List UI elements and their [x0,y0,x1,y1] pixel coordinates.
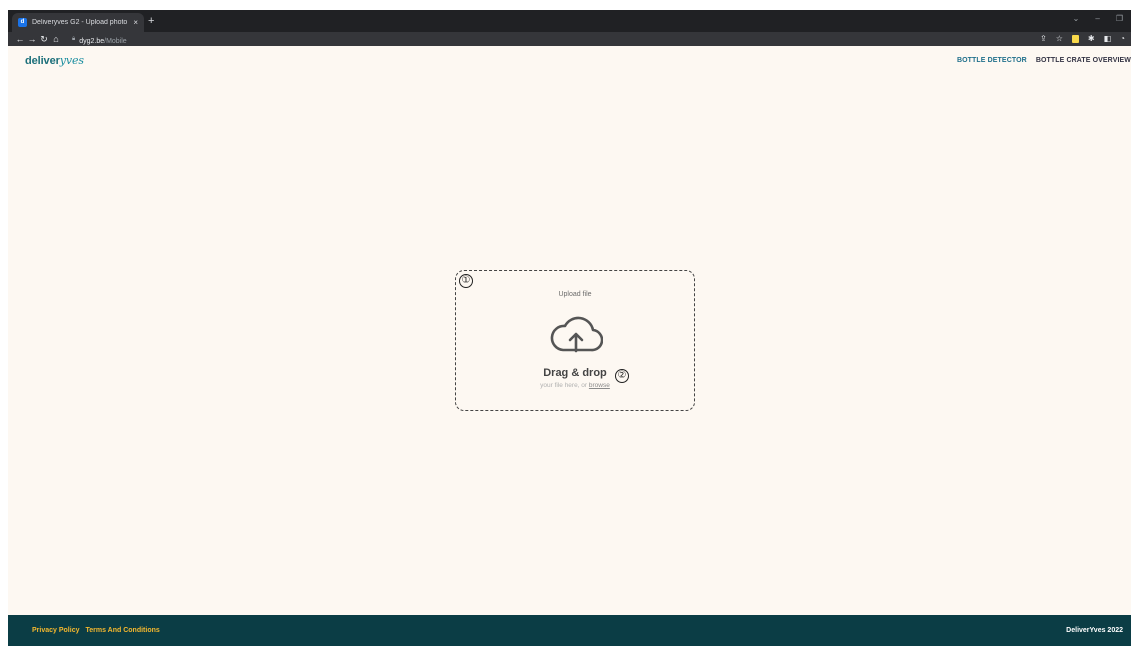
nav-bottle-detector[interactable]: BOTTLE DETECTOR [957,57,1027,64]
logo[interactable]: deliveryves [25,54,84,67]
favicon-icon: d [18,18,27,27]
upload-dropzone[interactable]: ① Upload file Drag & drop your file here… [455,270,695,411]
chevron-down-icon[interactable]: ⌄ [1073,14,1080,23]
cloud-upload-icon [550,316,603,353]
share-icon[interactable]: ⇪ [1040,33,1047,45]
lock-icon: 🔒︎ [72,35,76,42]
terms-link[interactable]: Terms And Conditions [85,627,159,634]
site-footer: Privacy Policy Terms And Conditions Deli… [8,615,1131,646]
tab-strip: d Deliveryves G2 - Upload photo × + ⌄ – … [8,10,1131,32]
marker-1: ① [459,274,473,288]
tab-title: Deliveryves G2 - Upload photo [32,19,128,26]
site-header: deliveryves BOTTLE DETECTOR BOTTLE CRATE… [8,46,1131,86]
marker-2: ② [615,369,629,383]
browse-link[interactable]: browse [589,382,610,389]
notes-extension-icon[interactable] [1071,35,1079,43]
sidepanel-icon[interactable]: ◧ [1104,33,1112,45]
home-icon[interactable]: ⌂ [50,32,62,46]
new-tab-button[interactable]: + [148,13,154,29]
address-bar[interactable]: 🔒︎ dyg2.be/Mobile [72,34,127,46]
browser-toolbar: ← → ↻ ⌂ 🔒︎ dyg2.be/Mobile ⇪ ☆ ✱ ◧ ◔ [8,32,1131,46]
browser-window: d Deliveryves G2 - Upload photo × + ⌄ – … [8,10,1131,646]
tab-close-icon[interactable]: × [133,18,138,27]
upload-title: Upload file [558,291,592,298]
window-controls: ⌄ – ❐ [1073,14,1123,23]
copyright-text: DeliverYves 2022 [1066,627,1123,634]
restore-icon[interactable]: ❐ [1116,14,1123,23]
profile-icon[interactable]: ◔ [1120,33,1125,45]
drag-drop-title: Drag & drop [543,367,607,379]
toolbar-actions: ⇪ ☆ ✱ ◧ ◔ [1040,33,1125,45]
url-path: /Mobile [104,38,127,45]
forward-icon[interactable]: → [26,32,38,46]
puzzle-icon[interactable]: ✱ [1088,33,1095,45]
url-host: dyg2.be [79,38,105,45]
nav-bottle-crate-overview[interactable]: BOTTLE CRATE OVERVIEW [1036,57,1131,64]
privacy-policy-link[interactable]: Privacy Policy [32,627,79,634]
drag-drop-subtitle: your file here, or browse [540,382,610,389]
top-nav: BOTTLE DETECTOR BOTTLE CRATE OVERVIEW [957,57,1131,64]
footer-links: Privacy Policy Terms And Conditions [32,627,160,634]
back-icon[interactable]: ← [14,32,26,46]
star-icon[interactable]: ☆ [1056,33,1063,45]
minimize-icon[interactable]: – [1095,14,1099,23]
reload-icon[interactable]: ↻ [38,32,50,46]
